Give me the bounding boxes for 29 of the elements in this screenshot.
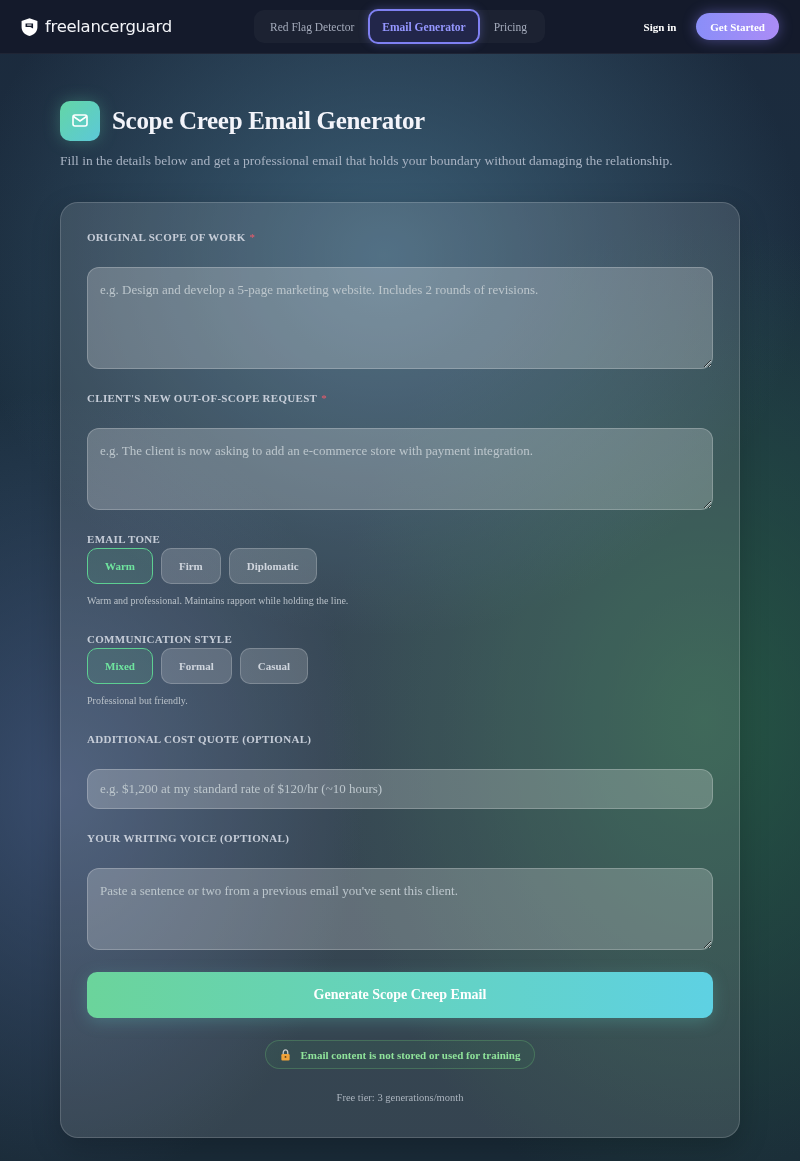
nav-tab[interactable]: Pricing: [479, 9, 541, 44]
option-description: Professional but friendly.: [87, 695, 189, 706]
lock-icon: [280, 1048, 292, 1061]
field-label: CLIENT'S NEW OUT-OF-SCOPE REQUEST: [87, 392, 318, 404]
option-button[interactable]: Diplomatic: [228, 548, 317, 584]
option-button[interactable]: Mixed: [87, 648, 153, 684]
required-mark: *: [249, 231, 255, 243]
field-label: YOUR WRITING VOICE (OPTIONAL): [87, 832, 290, 844]
privacy-note: Email content is not stored or used for training: [300, 1048, 521, 1061]
option-button[interactable]: Warm: [87, 548, 153, 584]
option-button[interactable]: Casual: [239, 648, 309, 684]
nav-tab[interactable]: Email Generator: [368, 9, 480, 44]
required-mark: *: [321, 392, 327, 404]
option-button[interactable]: Firm: [160, 548, 221, 584]
field-label: ORIGINAL SCOPE OF WORK: [87, 231, 246, 243]
sign-in-link[interactable]: Sign in: [643, 20, 677, 33]
field-label: COMMUNICATION STYLE: [87, 633, 233, 645]
logo-text: freelancerguard: [45, 17, 172, 36]
get-started-button[interactable]: Get Started: [696, 13, 779, 40]
shield-icon: [20, 15, 39, 38]
field-label: EMAIL TONE: [87, 533, 161, 545]
nav-tab[interactable]: Red Flag Detector: [256, 9, 369, 44]
envelope-icon: [60, 101, 100, 141]
page-title: Scope Creep Email Generator: [112, 107, 425, 135]
field-label: ADDITIONAL COST QUOTE (OPTIONAL): [87, 733, 312, 745]
option-button[interactable]: Formal: [160, 648, 232, 684]
quota-note: Free tier: 3 generations/month: [335, 1092, 465, 1103]
option-description: Warm and professional. Maintains rapport while holding the line.: [87, 595, 350, 606]
page-subtitle: Fill in the details below and get a professional email that holds your boundary without damaging the relationship.: [60, 153, 674, 169]
